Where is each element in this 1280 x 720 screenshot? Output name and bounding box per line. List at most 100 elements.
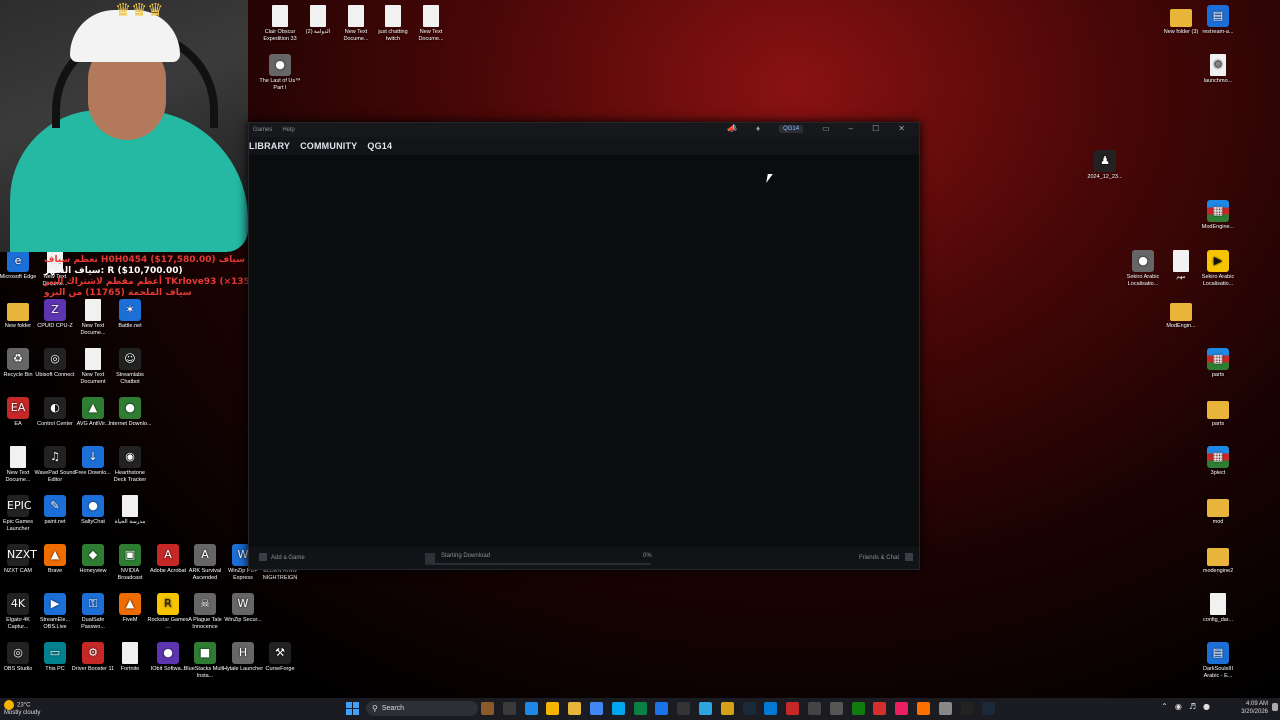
desktop-icon[interactable]: ⚙ launchmo... — [1196, 54, 1240, 85]
megaphone-icon[interactable]: 📣 — [727, 124, 737, 133]
taskbar-app-icon[interactable] — [895, 702, 909, 715]
weather-widget[interactable]: 23°C Mostly cloudy — [4, 700, 40, 717]
taskbar-app-icon[interactable] — [546, 702, 560, 715]
taskbar-app-icon[interactable] — [786, 702, 800, 715]
desktop-icon[interactable]: ✶ Battle.net — [108, 299, 152, 330]
chevron-up-icon[interactable]: ⌃ — [1161, 702, 1168, 711]
desktop-icon-label: New folder (3) — [1163, 29, 1199, 35]
app-icon — [1170, 303, 1192, 321]
big-picture-icon[interactable]: ▭ — [822, 124, 830, 133]
app-icon — [1210, 593, 1226, 615]
taskbar-app-icon[interactable] — [851, 702, 865, 715]
taskbar-app-icon[interactable] — [699, 702, 712, 715]
nav-library[interactable]: LIBRARY — [249, 141, 290, 151]
desktop-icon[interactable]: mod — [1196, 495, 1240, 526]
desktop-icon-label: Fortnite — [120, 666, 140, 672]
network-icon[interactable]: ◉ — [1175, 702, 1182, 711]
desktop-icon[interactable]: New Text Docume... — [409, 5, 453, 43]
desktop-icon[interactable]: ● The Last of Us™ Part I — [258, 54, 302, 92]
steam-menu-help[interactable]: Help — [282, 127, 294, 133]
mic-icon[interactable]: ● — [1203, 702, 1210, 711]
desktop-icon[interactable]: ♟ 2024_12_23... — [1083, 150, 1127, 181]
steam-menu-games[interactable]: Games — [253, 127, 272, 133]
desktop-icon[interactable]: ◉ Hearthstone Deck Tracker — [108, 446, 152, 484]
desktop-icon[interactable]: ▶ Sekiro Arabic Localisatio... — [1196, 250, 1240, 288]
taskbar-app-icon[interactable] — [742, 702, 756, 715]
download-status[interactable]: Starting Download — [441, 553, 490, 559]
desktop-icon[interactable]: ▤ DarkSoulsIII Arabic - E... — [1196, 642, 1240, 680]
friends-icon[interactable] — [905, 553, 913, 561]
taskbar-search[interactable]: ⚲ Search — [366, 701, 478, 716]
chat-line: سياف الملحمة (11765) من البرو — [44, 288, 192, 298]
chat-line: تعظم سياف H0H0454 ($17,580.00) أعظم سياف — [44, 255, 274, 265]
taskbar-app-icon[interactable] — [873, 702, 887, 715]
speaker-icon[interactable]: ♬ — [1189, 702, 1196, 711]
desktop-icon[interactable]: ▦ parts — [1196, 348, 1240, 379]
steam-content — [249, 155, 919, 547]
app-icon: ▶ — [44, 593, 66, 615]
desktop-icon-label: New Text Docume... — [80, 323, 106, 336]
taskbar-app-icon[interactable] — [917, 702, 930, 715]
taskbar-app-icon[interactable] — [524, 702, 538, 715]
desktop-icon-label: Ubisoft Connect — [35, 372, 75, 378]
desktop-icon-label: EA — [14, 421, 22, 427]
desktop-icon[interactable]: ● Internet Downlo... — [108, 397, 152, 428]
app-icon: EPIC — [7, 495, 32, 517]
steam-window: Games Help 📣 ♦ QG14 ▭ – ☐ ✕ LIBRARY COMM… — [248, 122, 920, 570]
taskbar-app-icon[interactable] — [938, 702, 952, 715]
desktop-icon-label: paint.net — [44, 519, 66, 525]
taskbar-app-icon[interactable] — [982, 702, 996, 715]
desktop-icon-label: WinZip Secur... — [224, 617, 262, 623]
clock[interactable]: 4:09 AM 3/20/2026 — [1241, 700, 1268, 716]
desktop-icon[interactable]: parts — [1196, 397, 1240, 428]
app-icon: NZXT — [7, 544, 37, 566]
start-button[interactable] — [346, 702, 359, 715]
notification-icon[interactable] — [1272, 703, 1278, 711]
taskbar-app-icon[interactable] — [481, 702, 494, 715]
desktop-icon[interactable]: ▤ restream-a... — [1196, 5, 1240, 36]
app-icon: W — [232, 593, 254, 615]
app-icon: ■ — [194, 642, 216, 664]
desktop-icon[interactable]: config_dar... — [1196, 593, 1240, 624]
account-menu[interactable]: QG14 — [779, 124, 804, 133]
desktop-icon-label: الدوامة (2) — [305, 29, 331, 35]
app-icon: ▲ — [119, 593, 141, 615]
taskbar-app-icon[interactable] — [590, 702, 603, 715]
close-button[interactable]: ✕ — [898, 124, 905, 133]
friends-chat-button[interactable]: Friends & Chat — [859, 555, 899, 561]
desktop-icon-label: FiveM — [122, 617, 138, 623]
taskbar-app-icon[interactable] — [568, 702, 582, 715]
add-game-button[interactable]: Add a Game — [271, 555, 305, 561]
nav-profile[interactable]: QG14 — [367, 141, 392, 151]
app-icon — [310, 5, 326, 27]
desktop-icon-label: The Last of Us™ Part I — [259, 78, 301, 91]
download-percent: 0% — [643, 553, 652, 559]
desktop-icon[interactable]: ▦ 3plect — [1196, 446, 1240, 477]
maximize-button[interactable]: ☐ — [872, 124, 879, 133]
weather-icon — [4, 700, 14, 710]
taskbar-app-icon[interactable] — [829, 702, 843, 715]
desktop-icon[interactable]: ModEngin... — [1159, 299, 1203, 330]
nav-community[interactable]: COMMUNITY — [300, 141, 357, 151]
taskbar-app-icon[interactable] — [764, 702, 778, 715]
desktop-icon[interactable]: modengine2 — [1196, 544, 1240, 575]
taskbar-app-icon[interactable] — [808, 702, 821, 715]
app-icon: 4K — [7, 593, 29, 615]
desktop-icon[interactable]: ☺ Streamlabs Chatbot — [108, 348, 152, 386]
minimize-button[interactable]: – — [849, 124, 853, 133]
taskbar-app-icon[interactable] — [611, 702, 625, 715]
taskbar-app-icon[interactable] — [677, 702, 691, 715]
taskbar-app-icon[interactable] — [633, 702, 647, 715]
app-icon: ▣ — [119, 544, 141, 566]
windows-logo-pane — [346, 709, 352, 715]
desktop-icon[interactable]: مدرسة الحياة — [108, 495, 152, 526]
desktop-icon[interactable]: W WinZip Secur... — [221, 593, 265, 624]
app-icon — [385, 5, 401, 27]
taskbar-app-icon[interactable] — [960, 702, 974, 715]
desktop-icon[interactable]: ⚒ CurseForge — [258, 642, 302, 673]
desktop-icon[interactable]: ▦ ModEngine... — [1196, 200, 1240, 231]
bell-icon[interactable]: ♦ — [756, 124, 760, 133]
taskbar-app-icon[interactable] — [502, 702, 516, 715]
taskbar-app-icon[interactable] — [720, 702, 734, 715]
taskbar-app-icon[interactable] — [655, 702, 669, 715]
